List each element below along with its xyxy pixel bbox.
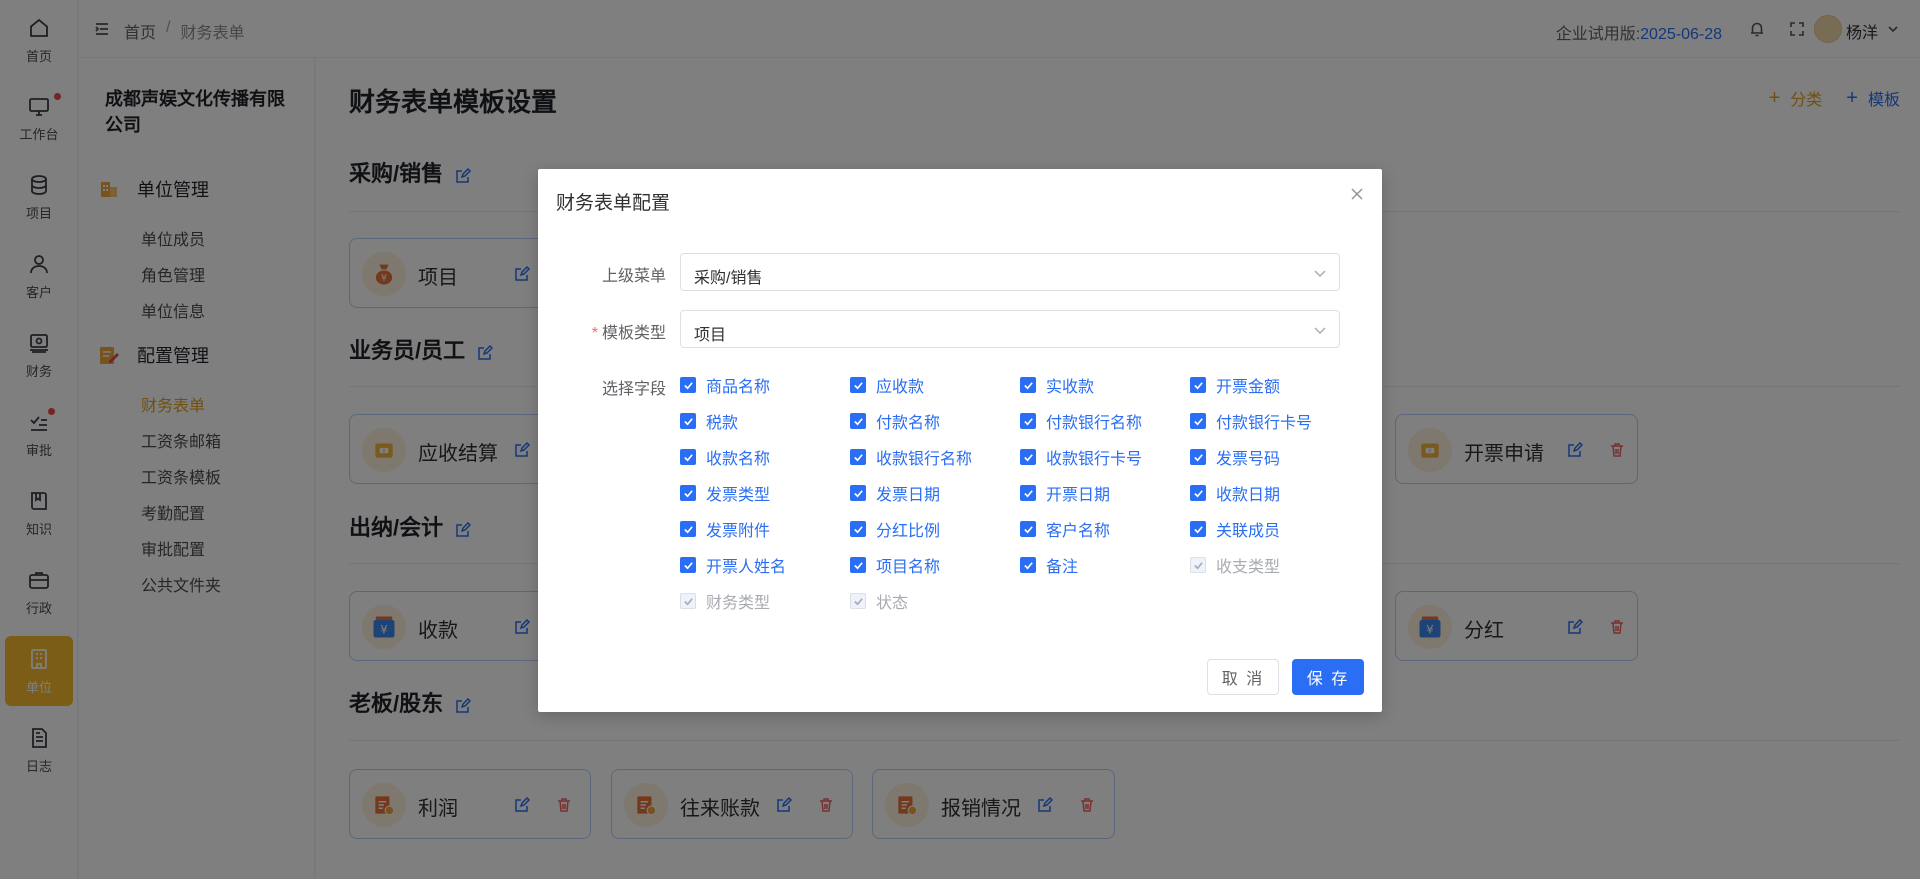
checkbox-checked-icon bbox=[1190, 485, 1206, 501]
field-checkbox-label: 分红比例 bbox=[876, 523, 941, 540]
field-checkbox-label: 关联成员 bbox=[1216, 523, 1281, 540]
checkbox-checked-icon bbox=[1020, 449, 1036, 465]
field-checkbox-label: 发票类型 bbox=[706, 487, 771, 504]
fields-label-text: 选择字段 bbox=[601, 381, 666, 398]
checkbox-checked-icon bbox=[850, 449, 866, 465]
required-asterisk: * bbox=[591, 325, 598, 342]
field-checkbox-label: 收款银行卡号 bbox=[1046, 451, 1143, 468]
field-checkbox: 财务类型 bbox=[680, 591, 771, 612]
chevron-down-icon bbox=[1313, 266, 1327, 280]
field-checkbox[interactable]: 收款名称 bbox=[680, 447, 771, 468]
field-checkbox[interactable]: 发票号码 bbox=[1190, 447, 1281, 468]
checkbox-checked-icon bbox=[1190, 377, 1206, 393]
field-checkbox-label: 发票日期 bbox=[876, 487, 941, 504]
checkbox-checked-icon bbox=[850, 557, 866, 573]
checkbox-checked-icon bbox=[680, 377, 696, 393]
finance-form-config-dialog: 财务表单配置 上级菜单 采购/销售 * 模板类型 项目 选择字段 商品名称 应收款 实… bbox=[538, 169, 1382, 712]
field-checkbox: 收支类型 bbox=[1190, 555, 1281, 576]
field-checkbox-label: 开票人姓名 bbox=[706, 559, 787, 576]
field-checkbox-label: 状态 bbox=[876, 595, 909, 612]
field-checkbox-label: 发票号码 bbox=[1216, 451, 1281, 468]
cancel-button[interactable]: 取 消 bbox=[1207, 659, 1279, 695]
checkbox-checked-icon bbox=[680, 485, 696, 501]
field-checkbox[interactable]: 收款银行卡号 bbox=[1020, 447, 1143, 468]
field-checkbox[interactable]: 税款 bbox=[680, 411, 739, 432]
field-checkbox-label: 备注 bbox=[1046, 559, 1079, 576]
template-type-select[interactable]: 项目 bbox=[680, 310, 1340, 348]
checkbox-checked-icon bbox=[1020, 413, 1036, 429]
field-checkbox[interactable]: 备注 bbox=[1020, 555, 1079, 576]
field-checkbox-label: 收款日期 bbox=[1216, 487, 1281, 504]
field-checkbox[interactable]: 开票金额 bbox=[1190, 375, 1281, 396]
field-checkbox-label: 收款银行名称 bbox=[876, 451, 973, 468]
field-checkbox-label: 发票附件 bbox=[706, 523, 771, 540]
save-button[interactable]: 保 存 bbox=[1292, 659, 1364, 695]
field-checkbox-label: 收款名称 bbox=[706, 451, 771, 468]
checkbox-checked-icon bbox=[1190, 449, 1206, 465]
parent-menu-label-text: 上级菜单 bbox=[601, 268, 666, 285]
template-type-label-text: 模板类型 bbox=[601, 325, 666, 342]
field-checkbox-label: 付款银行卡号 bbox=[1216, 415, 1313, 432]
field-checkbox-label: 付款名称 bbox=[876, 415, 941, 432]
checkbox-checked-icon bbox=[680, 413, 696, 429]
field-checkbox[interactable]: 发票类型 bbox=[680, 483, 771, 504]
field-checkbox: 状态 bbox=[850, 591, 909, 612]
field-checkbox[interactable]: 实收款 bbox=[1020, 375, 1095, 396]
checkbox-checked-icon bbox=[1190, 521, 1206, 537]
template-type-value: 项目 bbox=[694, 327, 727, 344]
field-checkbox-label: 客户名称 bbox=[1046, 523, 1111, 540]
parent-menu-value: 采购/销售 bbox=[694, 270, 763, 287]
parent-menu-label: 上级菜单 bbox=[546, 262, 666, 286]
field-checkbox[interactable]: 关联成员 bbox=[1190, 519, 1281, 540]
field-checkbox-label: 收支类型 bbox=[1216, 559, 1281, 576]
field-checkbox[interactable]: 商品名称 bbox=[680, 375, 771, 396]
close-icon[interactable] bbox=[1348, 185, 1366, 203]
field-checkbox-label: 付款银行名称 bbox=[1046, 415, 1143, 432]
field-checkbox[interactable]: 收款日期 bbox=[1190, 483, 1281, 504]
field-checkbox[interactable]: 项目名称 bbox=[850, 555, 941, 576]
field-checkbox-label: 财务类型 bbox=[706, 595, 771, 612]
checkbox-checked-icon bbox=[1020, 485, 1036, 501]
chevron-down-icon bbox=[1313, 323, 1327, 337]
field-checkbox[interactable]: 开票日期 bbox=[1020, 483, 1111, 504]
checkbox-checked-icon bbox=[1020, 557, 1036, 573]
field-checkbox[interactable]: 付款银行名称 bbox=[1020, 411, 1143, 432]
parent-menu-select[interactable]: 采购/销售 bbox=[680, 253, 1340, 291]
field-checkbox-label: 税款 bbox=[706, 415, 739, 432]
field-checkbox-label: 开票金额 bbox=[1216, 379, 1281, 396]
checkbox-checked-icon bbox=[850, 377, 866, 393]
checkbox-checked-icon bbox=[680, 449, 696, 465]
field-checkbox[interactable]: 发票日期 bbox=[850, 483, 941, 504]
field-checkbox-label: 应收款 bbox=[876, 379, 925, 396]
checkbox-checked-icon bbox=[1190, 557, 1206, 573]
checkbox-checked-icon bbox=[1020, 377, 1036, 393]
field-checkbox-label: 项目名称 bbox=[876, 559, 941, 576]
checkbox-checked-icon bbox=[680, 557, 696, 573]
field-checkbox-label: 商品名称 bbox=[706, 379, 771, 396]
field-checkbox[interactable]: 收款银行名称 bbox=[850, 447, 973, 468]
dialog-title: 财务表单配置 bbox=[556, 193, 671, 214]
checkbox-checked-icon bbox=[680, 593, 696, 609]
template-type-label: * 模板类型 bbox=[546, 319, 666, 343]
field-checkbox-label: 实收款 bbox=[1046, 379, 1095, 396]
field-checkbox[interactable]: 付款名称 bbox=[850, 411, 941, 432]
field-checkbox[interactable]: 分红比例 bbox=[850, 519, 941, 540]
field-checkbox-label: 开票日期 bbox=[1046, 487, 1111, 504]
field-checkbox[interactable]: 开票人姓名 bbox=[680, 555, 787, 576]
checkbox-checked-icon bbox=[1190, 413, 1206, 429]
field-checkbox[interactable]: 应收款 bbox=[850, 375, 925, 396]
field-checkbox[interactable]: 付款银行卡号 bbox=[1190, 411, 1313, 432]
fields-label: 选择字段 bbox=[546, 375, 666, 399]
checkbox-checked-icon bbox=[850, 521, 866, 537]
checkbox-checked-icon bbox=[680, 521, 696, 537]
checkbox-checked-icon bbox=[850, 413, 866, 429]
field-checkbox[interactable]: 客户名称 bbox=[1020, 519, 1111, 540]
checkbox-checked-icon bbox=[1020, 521, 1036, 537]
field-checkbox[interactable]: 发票附件 bbox=[680, 519, 771, 540]
checkbox-checked-icon bbox=[850, 593, 866, 609]
checkbox-checked-icon bbox=[850, 485, 866, 501]
